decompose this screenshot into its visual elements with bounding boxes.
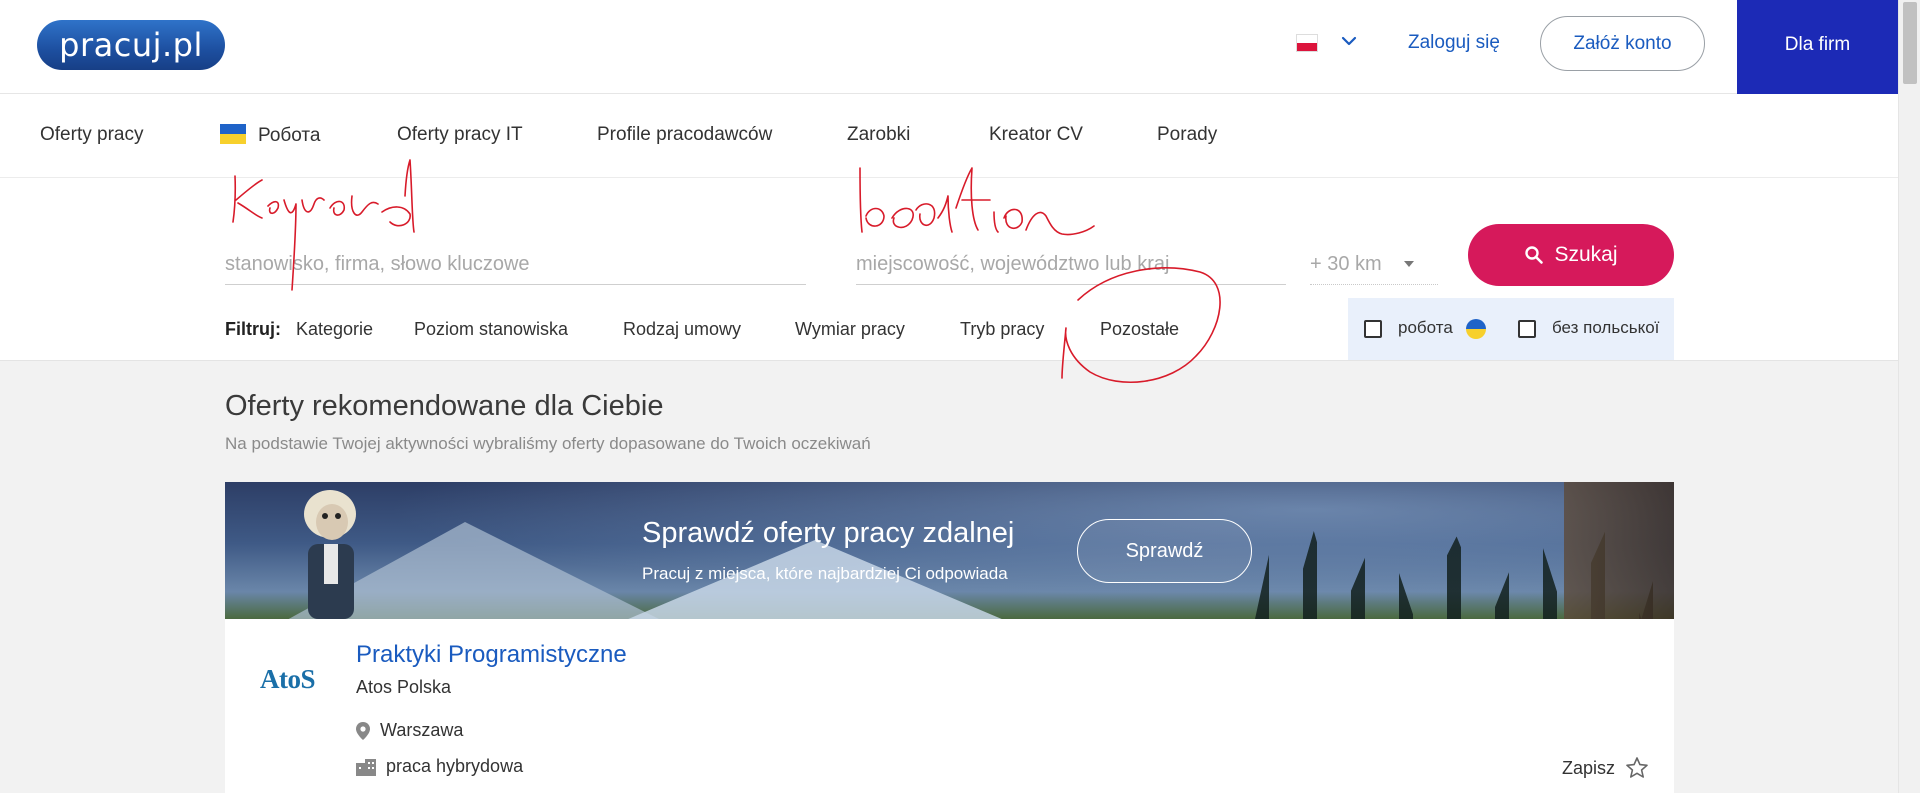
ukraine-filters-box: робота без польської bbox=[1348, 298, 1674, 360]
register-button[interactable]: Załóż konto bbox=[1540, 16, 1705, 71]
filter-other[interactable]: Pozostałe bbox=[1100, 319, 1179, 340]
remote-work-banner: Sprawdź oferty pracy zdalnej Pracuj z mi… bbox=[225, 482, 1674, 619]
filter-work-time[interactable]: Wymiar pracy bbox=[795, 319, 905, 340]
search-button[interactable]: Szukaj bbox=[1468, 224, 1674, 286]
robota-checkbox[interactable] bbox=[1364, 320, 1382, 338]
job-work-mode-label: praca hybrydowa bbox=[386, 756, 524, 776]
caret-down-icon bbox=[1404, 261, 1414, 267]
job-location-label: Warszawa bbox=[380, 720, 464, 740]
recommended-title: Oferty rekomendowane dla Ciebie bbox=[225, 390, 664, 422]
banner-title: Sprawdź oferty pracy zdalnej bbox=[642, 517, 1015, 549]
ukraine-flag-icon bbox=[1466, 319, 1486, 339]
sheep-mascot-image bbox=[304, 490, 356, 619]
job-company: Atos Polska bbox=[356, 677, 452, 697]
filter-work-mode[interactable]: Tryb pracy bbox=[960, 319, 1044, 340]
location-field bbox=[856, 245, 1286, 285]
star-icon bbox=[1626, 757, 1648, 778]
save-label: Zapisz bbox=[1562, 757, 1616, 778]
recommended-subtitle: Na podstawie Twojej aktywności wybraliśm… bbox=[225, 434, 871, 453]
nav-item-robota-label: Робота bbox=[258, 125, 321, 146]
ukraine-flag-icon bbox=[220, 124, 246, 144]
poland-flag-icon[interactable] bbox=[1296, 34, 1318, 52]
save-offer-button[interactable]: Zapisz bbox=[1562, 756, 1649, 780]
job-work-mode: praca hybrydowa bbox=[356, 756, 523, 777]
nav-item-job-offers[interactable]: Oferty pracy bbox=[40, 124, 143, 146]
site-header: pracuj.pl Zaloguj się Załóż konto Dla fi… bbox=[0, 0, 1898, 94]
nav-item-cv-creator[interactable]: Kreator CV bbox=[989, 124, 1083, 146]
nav-item-employer-profiles[interactable]: Profile pracodawców bbox=[597, 124, 772, 146]
job-offer-card[interactable]: AtoS Praktyki Programistyczne Atos Polsk… bbox=[225, 619, 1674, 793]
job-title-link[interactable]: Praktyki Programistyczne bbox=[356, 641, 627, 669]
chevron-down-icon[interactable] bbox=[1338, 30, 1360, 52]
no-polish-checkbox[interactable] bbox=[1518, 320, 1536, 338]
main-nav: Oferty pracy Робота Oferty pracy IT Prof… bbox=[0, 94, 1898, 178]
location-input[interactable] bbox=[856, 245, 1286, 283]
no-polish-checkbox-label[interactable]: без польської bbox=[1552, 318, 1659, 338]
search-panel: + 30 km Szukaj Filtruj: Kategorie Poziom… bbox=[0, 178, 1898, 361]
filters-label: Filtruj: bbox=[225, 319, 281, 339]
banner-pole bbox=[1564, 482, 1674, 619]
scrollbar[interactable] bbox=[1898, 0, 1920, 793]
nav-item-it-offers[interactable]: Oferty pracy IT bbox=[397, 124, 523, 146]
distance-value: + 30 km bbox=[1310, 253, 1382, 275]
scrollbar-thumb[interactable] bbox=[1903, 2, 1917, 84]
check-offers-button[interactable]: Sprawdź bbox=[1077, 519, 1252, 583]
filter-position-level[interactable]: Poziom stanowiska bbox=[414, 319, 568, 340]
nav-item-advice[interactable]: Porady bbox=[1157, 124, 1217, 146]
robota-checkbox-label[interactable]: робота bbox=[1398, 318, 1453, 338]
company-logo[interactable]: AtoS bbox=[260, 664, 316, 695]
filter-categories[interactable]: Kategorie bbox=[296, 319, 373, 340]
banner-subtitle: Pracuj z miejsca, które najbardziej Ci o… bbox=[642, 564, 1008, 583]
pracuj-logo[interactable]: pracuj.pl bbox=[37, 20, 225, 70]
distance-select[interactable]: + 30 km bbox=[1310, 245, 1438, 285]
nav-item-salaries[interactable]: Zarobki bbox=[847, 124, 910, 146]
keyword-input[interactable] bbox=[225, 245, 806, 283]
building-icon bbox=[356, 758, 376, 776]
nav-item-robota[interactable]: Робота bbox=[220, 124, 321, 147]
keyword-field bbox=[225, 245, 806, 285]
login-link[interactable]: Zaloguj się bbox=[1408, 32, 1500, 54]
search-button-label: Szukaj bbox=[1554, 243, 1618, 266]
for-firms-button[interactable]: Dla firm bbox=[1737, 0, 1898, 94]
filter-contract-type[interactable]: Rodzaj umowy bbox=[623, 319, 741, 340]
location-pin-icon bbox=[356, 721, 370, 740]
search-icon bbox=[1525, 246, 1544, 264]
job-location: Warszawa bbox=[356, 720, 463, 741]
